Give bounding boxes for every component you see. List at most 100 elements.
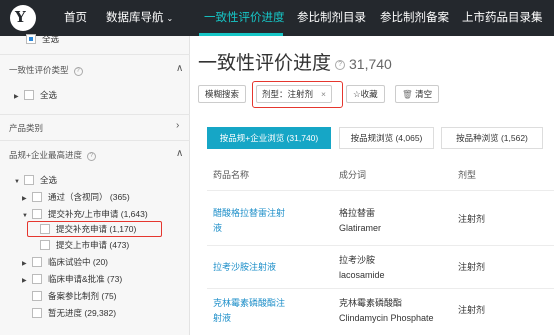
- drug-name-line: 液: [213, 223, 223, 233]
- section-title-text: 产品类别: [9, 123, 44, 133]
- dosage-form-cell: 注射剂: [458, 214, 486, 224]
- caret-right-icon[interactable]: ▶: [14, 90, 24, 104]
- checkbox[interactable]: [32, 209, 42, 219]
- tree-item-clinical-approval[interactable]: ▶ 临床申请&批准 (73): [22, 272, 122, 286]
- caret-right-icon[interactable]: ▶: [22, 257, 32, 271]
- tree-item-approved[interactable]: ▶ 通过（含视同） (365): [22, 190, 130, 204]
- ingredient-cell: 克林霉素磷酸酯 Clindamycin Phosphate: [339, 296, 434, 326]
- drug-name-link[interactable]: 拉考沙胺注射液: [213, 260, 276, 275]
- page-title-text: 一致性评价进度: [198, 53, 332, 74]
- ingredient-en: lacosamide: [339, 270, 385, 280]
- tree-item-label: 暂无进度: [48, 308, 83, 318]
- drug-name-line: 拉考沙胺注射液: [213, 262, 277, 272]
- collapse-icon[interactable]: ∧: [176, 63, 183, 74]
- dosage-form-cell: 注射剂: [458, 262, 486, 272]
- checkbox[interactable]: [32, 308, 42, 318]
- dosage-form-cell: 注射剂: [458, 305, 486, 315]
- nav-reference-filing[interactable]: 参比制剂备案: [380, 0, 449, 36]
- fuzzy-search-button[interactable]: 模糊搜索: [198, 85, 247, 103]
- clear-button[interactable]: 🗑 清空: [395, 85, 440, 103]
- tree-item-market-application[interactable]: 提交上市申请 (473): [40, 238, 129, 252]
- tree-item-submitted[interactable]: ▼ 提交补充/上市申请 (1,643): [22, 207, 148, 221]
- active-nav-indicator: [199, 33, 283, 36]
- checkbox[interactable]: [26, 34, 36, 44]
- tree-item-count: (75): [101, 291, 117, 301]
- ingredient-cn: 格拉替雷: [339, 208, 376, 218]
- row-divider: [207, 190, 554, 191]
- filter-tag-highlight: 剂型：注射剂 ×: [252, 81, 343, 108]
- trash-icon: 🗑: [402, 89, 413, 99]
- tree-item-no-progress[interactable]: 暂无进度 (29,382): [32, 306, 116, 320]
- top-navigation: Y 首页 数据库导航 ⌄ 一致性评价进度 参比制剂目录 参比制剂备案 上市药品目录…: [0, 0, 554, 36]
- tree-item-label: 备案参比制剂: [48, 291, 100, 301]
- checkbox[interactable]: [32, 274, 42, 284]
- tree-item-select-all[interactable]: ▼ 全选: [14, 173, 57, 187]
- checkbox[interactable]: [40, 240, 50, 250]
- divider: [0, 140, 190, 141]
- ingredient-en: Clindamycin Phosphate: [339, 313, 434, 323]
- result-count: 31,740: [349, 56, 392, 72]
- tree-item-count: (473): [109, 240, 130, 250]
- section-title-text: 一致性评价类型: [9, 65, 69, 75]
- checkbox[interactable]: [32, 291, 42, 301]
- checkbox[interactable]: [32, 192, 42, 202]
- checkbox[interactable]: [32, 257, 42, 267]
- row-divider: [207, 288, 554, 289]
- filter-tag-label: 剂型：注射剂: [262, 89, 314, 99]
- help-icon[interactable]: ?: [73, 67, 83, 76]
- column-header-dosage-form[interactable]: 剂型: [458, 168, 476, 181]
- page-title: 一致性评价进度? 31,740: [198, 48, 392, 75]
- checkbox[interactable]: [24, 90, 34, 100]
- expand-icon[interactable]: ›: [176, 120, 179, 131]
- divider: [0, 114, 190, 115]
- nav-reference-catalog[interactable]: 参比制剂目录: [297, 0, 366, 36]
- row-divider: [207, 245, 554, 246]
- tab-by-variety[interactable]: 按品种浏览 (1,562): [441, 127, 543, 149]
- close-icon[interactable]: ×: [321, 89, 326, 99]
- section-product-category-title[interactable]: 产品类别: [9, 122, 43, 134]
- section-highest-progress-title[interactable]: 品规+企业最高进度?: [9, 149, 96, 161]
- tree-item-label: 临床试验中: [48, 257, 91, 267]
- drug-name-link[interactable]: 醋酸格拉替雷注射 液: [213, 206, 285, 236]
- column-header-ingredient[interactable]: 成分词: [339, 168, 366, 181]
- collapse-icon[interactable]: ∧: [176, 148, 183, 159]
- logo-icon[interactable]: Y: [10, 5, 36, 31]
- favorite-button[interactable]: ☆收藏: [346, 85, 385, 103]
- top-select-all[interactable]: 全选: [26, 32, 59, 46]
- section-consistency-type-select-all[interactable]: ▶ 全选: [14, 88, 57, 102]
- tree-item-label: 通过（含视同）: [48, 192, 108, 202]
- checkbox[interactable]: [24, 175, 34, 185]
- nav-home[interactable]: 首页: [64, 0, 87, 36]
- nav-database-label: 数据库导航: [106, 12, 164, 24]
- nav-listed-drugs[interactable]: 上市药品目录集: [462, 0, 543, 36]
- drug-name-line: 射液: [213, 313, 232, 323]
- ingredient-cn: 拉考沙胺: [339, 255, 376, 265]
- tree-item-label: 全选: [40, 175, 58, 185]
- nav-database[interactable]: 数据库导航 ⌄: [106, 0, 173, 36]
- caret-right-icon[interactable]: ▶: [22, 192, 32, 206]
- chevron-down-icon: ⌄: [166, 14, 174, 23]
- drug-name-link[interactable]: 克林霉素磷酸酯注 射液: [213, 296, 285, 326]
- filter-tag[interactable]: 剂型：注射剂 ×: [256, 85, 332, 103]
- drug-name-line: 醋酸格拉替雷注射: [213, 208, 286, 218]
- nav-consistency-progress[interactable]: 一致性评价进度: [204, 0, 285, 36]
- tree-item-label: 提交上市申请: [56, 240, 108, 250]
- section-consistency-type-title[interactable]: 一致性评价类型?: [9, 64, 83, 76]
- clear-label: 清空: [415, 89, 433, 99]
- ingredient-en: Glatiramer: [339, 223, 382, 233]
- help-icon[interactable]: ?: [86, 152, 96, 161]
- section-title-text: 品规+企业最高进度: [9, 150, 82, 160]
- caret-right-icon[interactable]: ▶: [22, 274, 32, 288]
- checkbox-label: 全选: [42, 34, 60, 44]
- tree-item-count: (20): [92, 257, 109, 267]
- tree-item-clinical-trial[interactable]: ▶ 临床试验中 (20): [22, 255, 108, 269]
- caret-down-icon[interactable]: ▼: [14, 175, 24, 189]
- tree-item-reference-filing[interactable]: 备案参比制剂 (75): [32, 289, 117, 303]
- help-icon[interactable]: ?: [335, 60, 346, 70]
- tab-by-spec-company[interactable]: 按品规+企业浏览 (31,740): [207, 127, 331, 149]
- tab-by-spec[interactable]: 按品规浏览 (4,065): [339, 127, 434, 149]
- tree-item-count: (29,382): [84, 308, 117, 318]
- checkbox-label: 全选: [40, 90, 58, 100]
- column-header-drug-name[interactable]: 药品名称: [213, 168, 249, 181]
- ingredient-cell: 格拉替雷 Glatiramer: [339, 206, 381, 236]
